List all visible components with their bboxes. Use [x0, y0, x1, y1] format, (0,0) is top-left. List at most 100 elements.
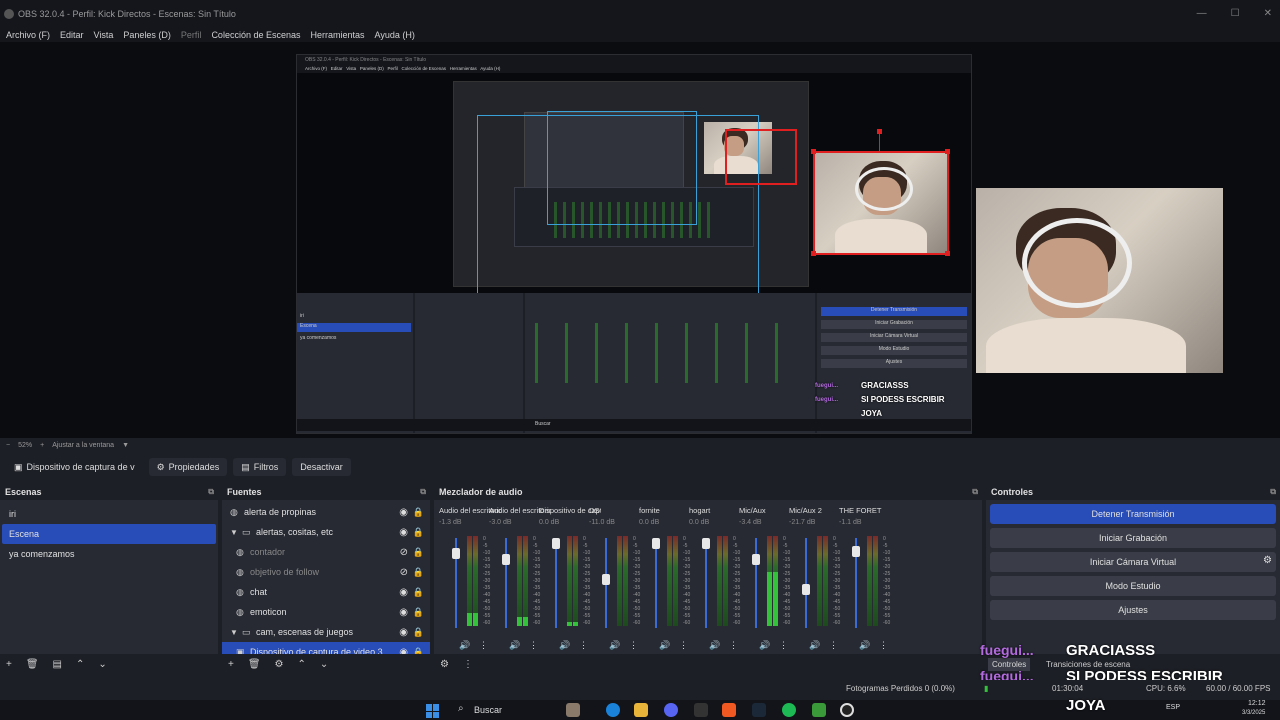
more-icon[interactable]: ⋮	[479, 640, 488, 651]
menu-item[interactable]: Paneles (D)	[123, 30, 171, 40]
more-icon[interactable]: ⋮	[463, 659, 473, 670]
scene-item[interactable]: ya comenzamos	[2, 544, 216, 564]
language-indicator[interactable]: ESP	[1166, 704, 1180, 711]
control-button[interactable]: Modo Estudio	[990, 576, 1276, 596]
menu-item[interactable]: Editar	[60, 30, 84, 40]
volume-slider-knob[interactable]	[702, 538, 710, 549]
speaker-icon[interactable]: 🔊	[659, 640, 670, 651]
more-icon[interactable]: ⋮	[879, 640, 888, 651]
source-item[interactable]: ◍ contador ⊘ 🔒	[222, 542, 430, 562]
speaker-icon[interactable]: 🔊	[559, 640, 570, 651]
volume-slider-knob[interactable]	[752, 554, 760, 565]
more-icon[interactable]: ⋮	[779, 640, 788, 651]
close-icon[interactable]: ✕	[1264, 8, 1272, 19]
chevron-down-icon[interactable]: ▼	[122, 442, 129, 449]
volume-slider[interactable]	[655, 538, 657, 628]
volume-slider-knob[interactable]	[852, 546, 860, 557]
lock-icon[interactable]: 🔒	[413, 547, 424, 558]
properties-button[interactable]: ⚙ Propiedades	[148, 458, 228, 476]
clock-date[interactable]: 3/3/2025	[1242, 710, 1265, 716]
volume-slider[interactable]	[705, 538, 707, 628]
resize-handle-bl[interactable]	[811, 251, 816, 256]
preview-canvas[interactable]: OBS 32.0.4 - Perfil: Kick Directos - Esc…	[0, 42, 1280, 438]
speaker-icon[interactable]: 🔊	[459, 640, 470, 651]
source-item[interactable]: ◍ alerta de propinas ◉ 🔒	[222, 502, 430, 522]
lock-icon[interactable]: 🔒	[413, 607, 424, 618]
volume-slider-knob[interactable]	[652, 538, 660, 549]
speaker-icon[interactable]: 🔊	[609, 640, 620, 651]
source-item[interactable]: ▼ ▭ alertas, cositas, etc ◉ 🔒	[222, 522, 430, 542]
expand-arrow-icon[interactable]: ▼	[230, 628, 242, 637]
gear-icon[interactable]: ⚙	[275, 659, 284, 670]
menu-item[interactable]: Perfil	[181, 30, 202, 40]
source-item[interactable]: ◍ objetivo de follow ⊘ 🔒	[222, 562, 430, 582]
clock-time[interactable]: 12:12	[1248, 700, 1266, 707]
lock-icon[interactable]: 🔒	[413, 627, 424, 638]
volume-slider-knob[interactable]	[502, 554, 510, 565]
lock-icon[interactable]: 🔒	[413, 587, 424, 598]
menu-item[interactable]: Herramientas	[311, 30, 365, 40]
speaker-icon[interactable]: 🔊	[509, 640, 520, 651]
arrow-down-icon[interactable]: ⌄	[320, 659, 328, 670]
windows-start-icon[interactable]	[426, 704, 440, 718]
eye-icon[interactable]: ◉	[399, 607, 408, 618]
speaker-icon[interactable]: 🔊	[759, 640, 770, 651]
volume-slider-knob[interactable]	[552, 538, 560, 549]
eye-icon[interactable]: ◉	[399, 587, 408, 598]
undock-icon[interactable]: ⧉	[1270, 484, 1276, 500]
menu-item[interactable]: Archivo (F)	[6, 30, 50, 40]
volume-slider[interactable]	[505, 538, 507, 628]
source-item[interactable]: ◍ chat ◉ 🔒	[222, 582, 430, 602]
control-button[interactable]: Iniciar Cámara Virtual ⚙	[990, 552, 1276, 572]
lock-icon[interactable]: 🔒	[413, 507, 424, 518]
arrow-up-icon[interactable]: ⌃	[76, 659, 84, 670]
discord-icon[interactable]	[664, 703, 678, 717]
file-explorer-icon[interactable]	[634, 703, 648, 717]
scene-item[interactable]: Escena	[2, 524, 216, 544]
eye-hidden-icon[interactable]: ⊘	[400, 547, 408, 558]
chrome-icon[interactable]	[812, 703, 826, 717]
trash-icon[interactable]: 🗑	[26, 659, 39, 670]
speaker-icon[interactable]: 🔊	[859, 640, 870, 651]
add-icon[interactable]: +	[6, 659, 12, 670]
more-icon[interactable]: ⋮	[679, 640, 688, 651]
resize-handle-tl[interactable]	[811, 149, 816, 154]
search-icon[interactable]: ⌕	[458, 703, 464, 714]
speaker-icon[interactable]: 🔊	[709, 640, 720, 651]
eye-icon[interactable]: ◉	[399, 507, 408, 518]
source-item[interactable]: ▼ ▭ cam, escenas de juegos ◉ 🔒	[222, 622, 430, 642]
menu-item[interactable]: Ayuda (H)	[375, 30, 415, 40]
menu-item[interactable]: Colección de Escenas	[211, 30, 300, 40]
speaker-icon[interactable]: 🔊	[809, 640, 820, 651]
trash-icon[interactable]: 🗑	[248, 659, 261, 670]
volume-slider[interactable]	[755, 538, 757, 628]
more-icon[interactable]: ⋮	[629, 640, 638, 651]
minimize-icon[interactable]: —	[1197, 8, 1207, 19]
spotify-icon[interactable]	[782, 703, 796, 717]
more-icon[interactable]: ⋮	[529, 640, 538, 651]
steam-icon[interactable]	[752, 703, 766, 717]
lock-icon[interactable]: 🔒	[413, 527, 424, 538]
more-icon[interactable]: ⋮	[579, 640, 588, 651]
volume-slider-knob[interactable]	[802, 584, 810, 596]
obs-icon[interactable]	[840, 703, 854, 717]
source-selection-box[interactable]	[813, 151, 949, 255]
fit-mode[interactable]: Ajustar a la ventana	[52, 442, 114, 449]
eye-icon[interactable]: ◉	[399, 627, 408, 638]
volume-slider-knob[interactable]	[452, 547, 460, 559]
more-icon[interactable]: ⋮	[729, 640, 738, 651]
undock-icon[interactable]: ⧉	[972, 484, 978, 500]
volume-slider[interactable]	[805, 538, 807, 628]
control-button[interactable]: Iniciar Grabación	[990, 528, 1276, 548]
more-icon[interactable]: ⋮	[829, 640, 838, 651]
expand-arrow-icon[interactable]: ▼	[230, 528, 242, 537]
taskbar-search[interactable]: Buscar	[474, 705, 502, 715]
control-button[interactable]: Ajustes	[990, 600, 1276, 620]
lock-icon[interactable]: 🔒	[413, 567, 424, 578]
zoom-in-icon[interactable]: +	[40, 442, 44, 449]
filters-button[interactable]: ▤ Filtros	[233, 458, 287, 476]
control-button[interactable]: Detener Transmisión	[990, 504, 1276, 524]
brave-icon[interactable]	[722, 703, 736, 717]
resize-handle-tr[interactable]	[945, 149, 950, 154]
add-icon[interactable]: +	[228, 659, 234, 670]
